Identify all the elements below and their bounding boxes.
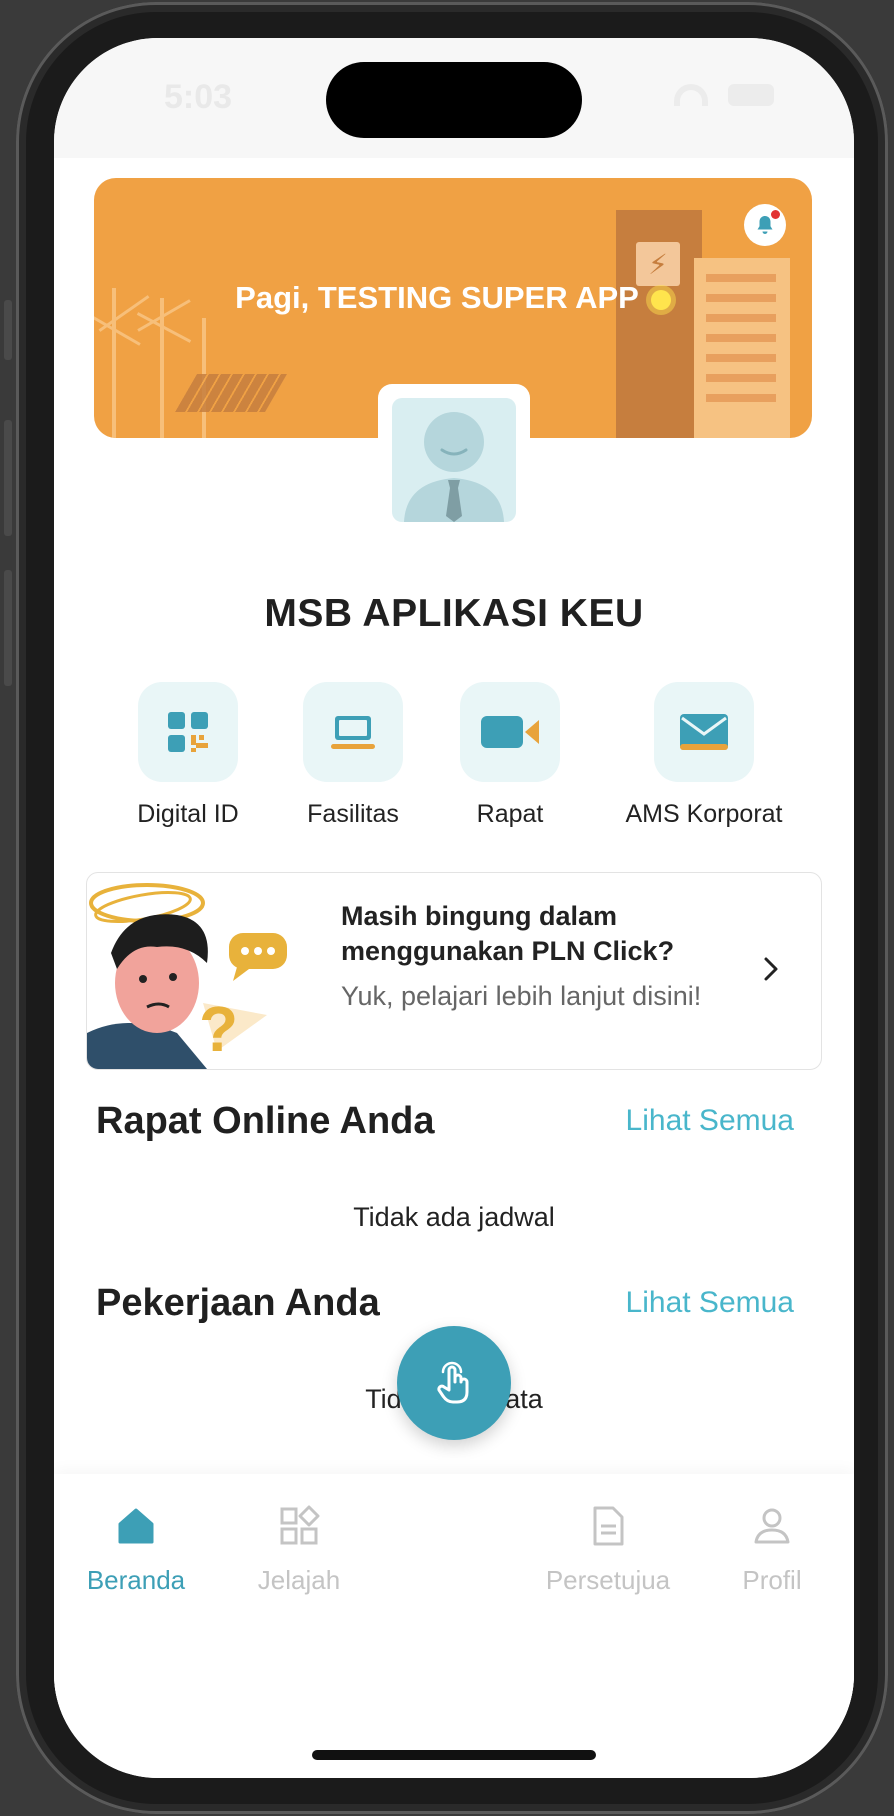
meetings-see-all-link[interactable]: Lihat Semua <box>626 1104 794 1138</box>
user-icon <box>754 1508 790 1544</box>
meetings-empty-text: Tidak ada jadwal <box>353 1202 555 1232</box>
avatar-placeholder-icon <box>404 412 504 522</box>
nav-jelajah[interactable]: Jelajah <box>219 1504 379 1596</box>
volume-down-button <box>4 570 12 686</box>
building-illustration: ⚡ <box>616 210 702 438</box>
wifi-icon <box>674 84 708 106</box>
help-card-title: Masih bingung dalam menggunakan PLN Clic… <box>341 901 675 966</box>
mute-switch <box>4 300 12 360</box>
tasks-section-title: Pekerjaan Anda <box>96 1282 380 1324</box>
app-title: MSB APLIKASI KEU <box>264 592 644 635</box>
screen: 5:03 ⚡ Pagi, TESTING SUPER APP MSB APLIK… <box>54 38 854 1778</box>
battery-icon <box>728 84 774 106</box>
menu-ams-korporat[interactable]: AMS Korporat <box>604 682 804 829</box>
avatar[interactable] <box>378 384 530 536</box>
nav-label: Beranda <box>86 1565 186 1595</box>
notification-button[interactable] <box>744 204 786 246</box>
bottom-navigation: Beranda Jelajah Persetujua Profil <box>54 1474 854 1778</box>
nav-label: Profil <box>742 1565 802 1595</box>
nav-label: Persetujua <box>545 1565 671 1595</box>
menu-label: Rapat <box>476 800 544 828</box>
meetings-section-title: Rapat Online Anda <box>96 1100 435 1142</box>
menu-label: AMS Korporat <box>625 800 783 828</box>
qr-code-icon <box>168 712 208 752</box>
document-icon <box>593 1506 624 1546</box>
sun-icon <box>650 289 671 310</box>
help-card-subtitle: Yuk, pelajari lebih lanjut disini! <box>341 981 702 1011</box>
confused-person-illustration: ? <box>87 883 287 1069</box>
status-bar: 5:03 <box>54 38 854 158</box>
laptop-icon <box>331 716 375 749</box>
nav-persetujuan[interactable]: Persetujua <box>528 1504 688 1596</box>
nav-beranda[interactable]: Beranda <box>56 1504 216 1596</box>
nav-label: Jelajah <box>257 1565 341 1595</box>
dynamic-island <box>326 62 582 138</box>
notification-badge <box>771 210 780 219</box>
video-camera-icon <box>481 716 539 748</box>
menu-rapat[interactable]: Rapat <box>410 682 610 829</box>
home-indicator <box>312 1750 596 1760</box>
solar-panel-illustration <box>175 374 287 412</box>
volume-up-button <box>4 420 12 536</box>
help-card[interactable]: ? Masih bingung dalam menggunakan PLN Cl… <box>86 872 822 1070</box>
tasks-see-all-link[interactable]: Lihat Semua <box>626 1286 794 1320</box>
grid-explore-icon <box>280 1505 320 1545</box>
mail-icon <box>680 714 728 750</box>
touch-hand-icon <box>437 1361 469 1404</box>
status-time: 5:03 <box>164 78 233 116</box>
home-icon <box>118 1508 154 1544</box>
nav-profil[interactable]: Profil <box>692 1504 852 1596</box>
greeting-text: Pagi, TESTING SUPER APP <box>94 280 812 316</box>
tap-action-button[interactable] <box>397 1326 511 1440</box>
svg-text:?: ? <box>199 993 238 1065</box>
chevron-right-icon <box>764 957 778 981</box>
